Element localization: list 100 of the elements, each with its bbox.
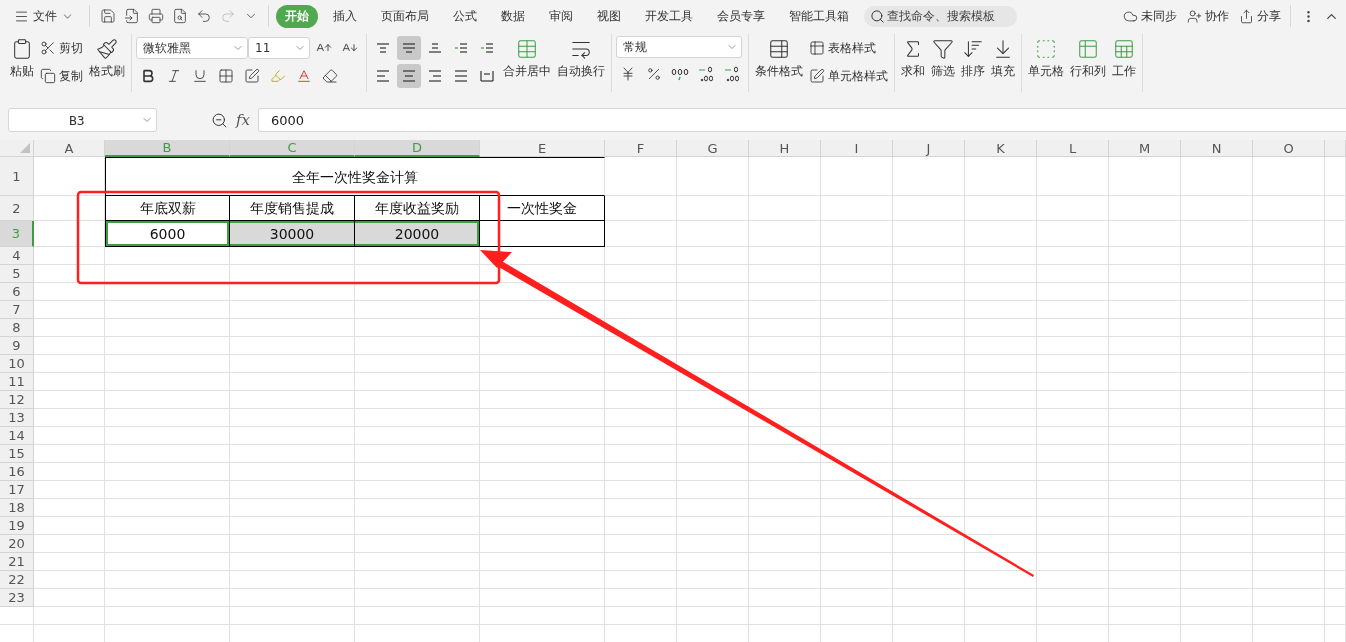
clipboard-icon (11, 38, 33, 60)
number-format-select[interactable]: 常规 (616, 36, 742, 58)
row-number[interactable]: 2 (0, 196, 34, 221)
cut-button[interactable]: 剪切 (38, 36, 85, 60)
row-number[interactable]: 22 (0, 571, 34, 589)
table-icon (768, 38, 790, 60)
row-number[interactable]: 23 (0, 589, 34, 607)
ribbon-tab[interactable]: 插入 (324, 4, 366, 28)
function-label[interactable]: fx (236, 111, 250, 129)
column-header[interactable]: G (677, 140, 749, 157)
row-number[interactable]: 11 (0, 373, 34, 391)
zoom-out-icon[interactable] (211, 111, 228, 129)
row-number[interactable]: 7 (0, 301, 34, 319)
ribbon-button[interactable]: 填充 (989, 36, 1017, 82)
ribbon-tab[interactable]: 智能工具箱 (780, 4, 858, 28)
ribbon-tab[interactable]: 页面布局 (372, 4, 438, 28)
font-name-select[interactable]: 微软雅黑 (136, 37, 248, 59)
alignment-button[interactable] (397, 36, 421, 60)
row-number[interactable]: 18 (0, 499, 34, 517)
align-icon (402, 43, 416, 53)
ribbon-tab[interactable]: 会员专享 (708, 4, 774, 28)
merge-center-button[interactable]: 合并居中 (501, 36, 553, 82)
table-cell[interactable]: 30000 (230, 221, 355, 247)
row-number[interactable]: 17 (0, 481, 34, 499)
row-number[interactable]: 9 (0, 337, 34, 355)
row-number[interactable]: 12 (0, 391, 34, 409)
ribbon-tab[interactable]: 数据 (492, 4, 534, 28)
paintbrush-icon (96, 38, 118, 60)
row-number[interactable]: 15 (0, 445, 34, 463)
row-number[interactable]: 14 (0, 427, 34, 445)
font-size-select[interactable]: 11 (248, 37, 310, 59)
alignment-button[interactable] (397, 64, 421, 88)
printer-icon (148, 8, 164, 24)
row-number[interactable]: 20 (0, 535, 34, 553)
search-field[interactable]: 查找命令、搜索模板 (864, 5, 1017, 27)
scissors-icon (40, 40, 56, 56)
ribbon-tab[interactable]: 审阅 (540, 4, 582, 28)
ribbon-button[interactable]: 单元格 (1026, 36, 1066, 82)
column-header[interactable]: L (1037, 140, 1109, 157)
toolbar-action[interactable]: 未同步 (1121, 5, 1179, 27)
wrap-text-button[interactable]: 自动换行 (555, 36, 607, 82)
ribbon-button[interactable]: 求和 (899, 36, 927, 82)
align-icon (454, 43, 468, 53)
format-painter-button[interactable]: 格式刷 (87, 36, 127, 82)
name-box[interactable]: B3 (8, 108, 157, 132)
merge-cells-icon (516, 38, 538, 60)
redo-icon (220, 8, 236, 24)
toolbar-action[interactable]: 分享 (1237, 5, 1283, 27)
italic-icon (166, 68, 182, 84)
align-icon (480, 70, 494, 82)
column-header[interactable]: F (605, 140, 677, 157)
undo-icon (196, 8, 212, 24)
row-number[interactable]: 4 (0, 247, 34, 265)
ribbon-tab[interactable]: 开发工具 (636, 4, 702, 28)
row-number[interactable]: 21 (0, 553, 34, 571)
row-number[interactable]: 16 (0, 463, 34, 481)
table-cell[interactable]: 20000 (355, 221, 480, 247)
ribbon-button[interactable]: 工作 (1110, 36, 1138, 82)
column-header[interactable]: K (965, 140, 1037, 157)
file-menu[interactable]: 文件 (10, 5, 78, 27)
header-cell[interactable]: 一次性奖金 (480, 196, 605, 221)
row-number[interactable]: 8 (0, 319, 34, 337)
eraser-icon (322, 68, 338, 84)
table-cell[interactable]: 6000 (105, 221, 230, 247)
ribbon-button[interactable]: 行和列 (1068, 36, 1108, 82)
conditional-format-button[interactable]: 条件格式 (753, 36, 805, 82)
row-number[interactable]: 5 (0, 265, 34, 283)
row-number[interactable]: 1 (0, 157, 34, 196)
ribbon-button[interactable]: 排序 (959, 36, 987, 82)
table-style-button[interactable]: 表格样式 (807, 36, 890, 60)
column-header[interactable]: J (893, 140, 965, 157)
header-cell[interactable]: 年度销售提成 (230, 196, 355, 221)
column-header[interactable]: H (749, 140, 821, 157)
align-icon (376, 70, 390, 82)
pen-square-icon (244, 68, 260, 84)
table-cell[interactable] (480, 221, 605, 247)
cell-style-button[interactable]: 单元格样式 (807, 64, 890, 88)
row-number[interactable]: 6 (0, 283, 34, 301)
column-header[interactable]: E (480, 140, 605, 157)
highlighter-icon (270, 68, 286, 84)
header-cell[interactable]: 年度收益奖励 (355, 196, 480, 221)
row-number[interactable]: 10 (0, 355, 34, 373)
paste-button[interactable]: 粘贴 (8, 36, 36, 82)
row-number[interactable]: 13 (0, 409, 34, 427)
column-header[interactable]: A (34, 140, 105, 157)
column-header[interactable]: O (1253, 140, 1325, 157)
column-header[interactable]: M (1109, 140, 1181, 157)
ribbon-button[interactable]: 筛选 (929, 36, 957, 82)
column-header[interactable]: N (1181, 140, 1253, 157)
bold-icon (140, 68, 156, 84)
row-number[interactable]: 19 (0, 517, 34, 535)
rows-columns-icon (1077, 38, 1099, 60)
formula-input[interactable]: 6000 (258, 108, 1346, 132)
column-header[interactable]: I (821, 140, 893, 157)
ribbon-tab[interactable]: 视图 (588, 4, 630, 28)
header-cell[interactable]: 年底双薪 (105, 196, 230, 221)
table-title[interactable]: 全年一次性奖金计算 (105, 157, 605, 196)
ribbon-tab[interactable]: 公式 (444, 4, 486, 28)
copy-button[interactable]: 复制 (38, 64, 85, 88)
toolbar-action[interactable]: 协作 (1185, 5, 1231, 27)
